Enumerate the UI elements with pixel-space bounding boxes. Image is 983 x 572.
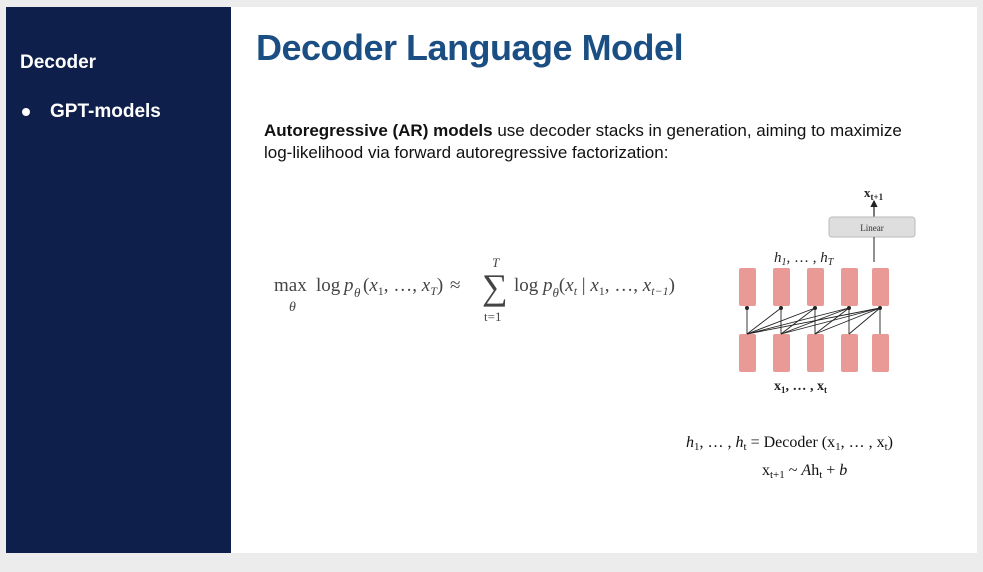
input-label: x1, … , xt (774, 379, 827, 395)
hidden-block (773, 268, 790, 306)
sidebar-item-label: GPT-models (50, 101, 161, 122)
input-block (872, 334, 889, 372)
eq-sum-symbol: ∑ (482, 267, 508, 307)
hidden-block (807, 268, 824, 306)
sidebar-title: Decoder (20, 52, 97, 73)
input-block (841, 334, 858, 372)
attention-connections (746, 307, 881, 335)
bullet-icon (22, 108, 30, 116)
eq-max: max (274, 275, 307, 296)
sidebar-item-gpt-models: GPT-models (20, 101, 161, 123)
eq-p-sub: θ (354, 285, 361, 300)
eq-log: log (316, 275, 341, 296)
side-equations: h1, … , ht = Decoder (x1, … , xt) xt+1 ~… (686, 434, 893, 481)
eq-theta: θ (289, 300, 296, 315)
eq-sum-bottom: t=1 (484, 309, 501, 324)
hidden-label: h1, … , hT (774, 250, 835, 268)
decoder-diagram: xt+1 Linear h1, … , hT x1, … , xt (739, 185, 916, 395)
input-block (773, 334, 790, 372)
eq-p: p (342, 275, 354, 296)
input-block (739, 334, 756, 372)
sidebar: Decoder GPT-models (6, 7, 231, 553)
slide-description: Autoregressive (AR) models use decoder s… (264, 120, 904, 164)
hidden-block (841, 268, 858, 306)
output-label: xt+1 (864, 185, 884, 202)
main-equation: max θ log p θ (x1, …, xT) ≈ T ∑ t=1 log … (274, 255, 675, 324)
input-block (807, 334, 824, 372)
hidden-block (739, 268, 756, 306)
hidden-block (872, 268, 889, 306)
eq-args: (x1, …, xT) (363, 275, 443, 298)
side-eq-line1: h1, … , ht = Decoder (x1, … , xt) (686, 434, 893, 453)
eq-approx: ≈ (450, 275, 460, 296)
side-eq-line2: xt+1 ~ Aht + b (762, 462, 847, 481)
slide-title: Decoder Language Model (256, 27, 684, 68)
slide-frame: Decoder GPT-models Decoder Language Mode… (6, 7, 977, 553)
linear-label: Linear (860, 223, 883, 233)
decoder-word: Decoder (764, 434, 819, 451)
description-bold: Autoregressive (AR) models (264, 121, 493, 140)
eq-rhs: log pθ(xt | x1, …, xt−1) (514, 275, 675, 300)
